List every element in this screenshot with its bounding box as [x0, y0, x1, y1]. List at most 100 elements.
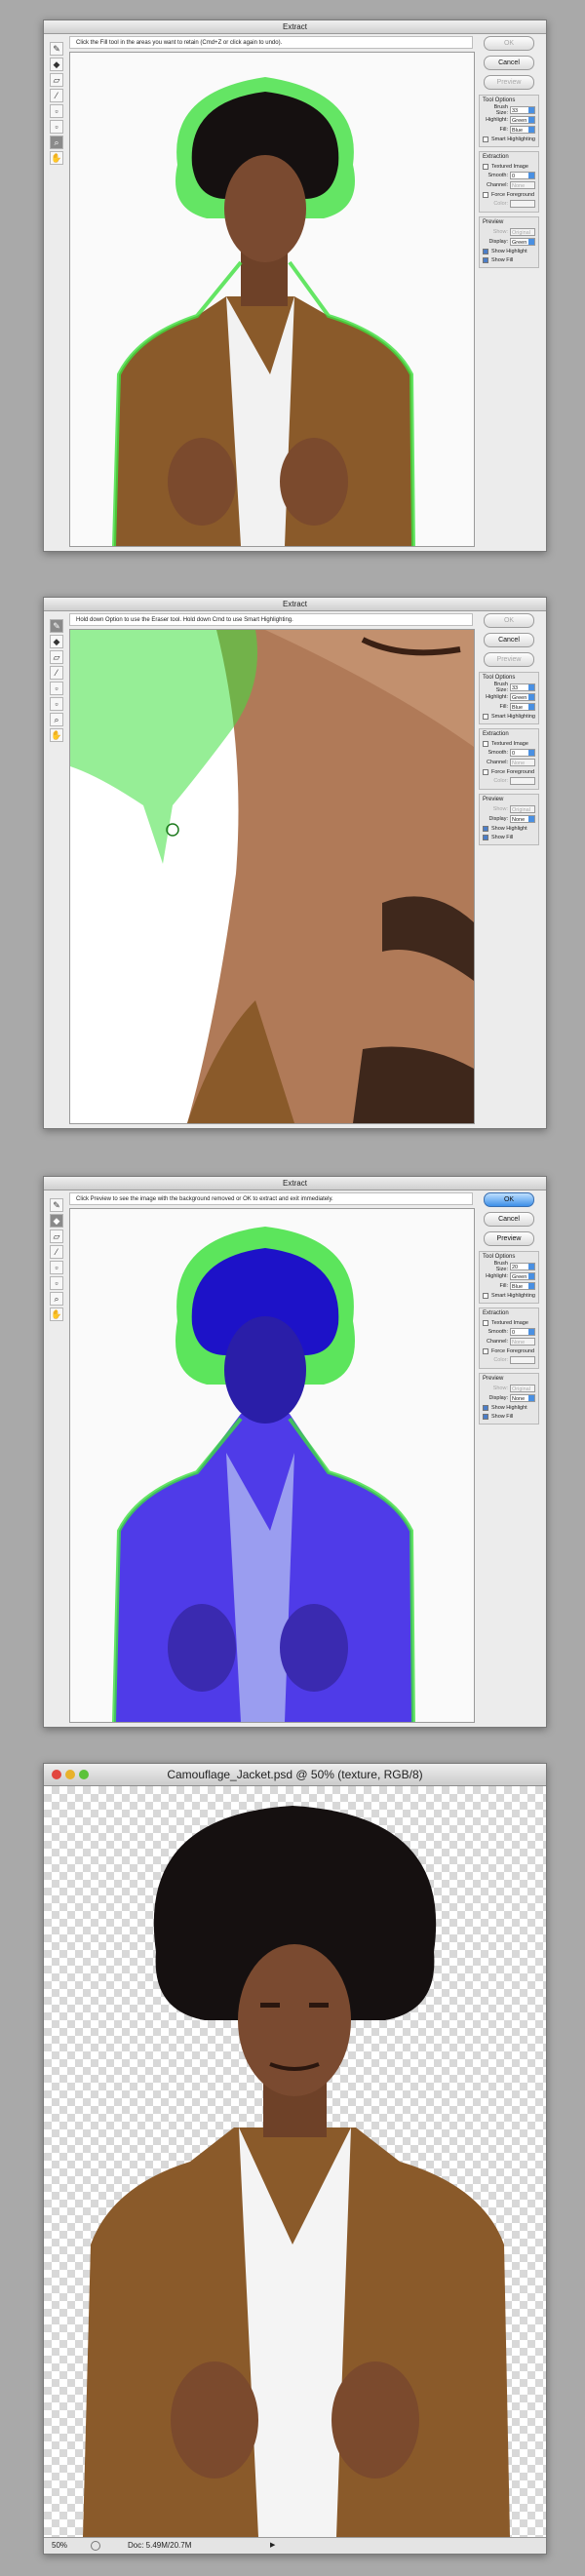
fill-tool-icon[interactable]: ◆ [50, 635, 63, 648]
show-fill-checkbox[interactable]: Show Fill [483, 1412, 535, 1421]
edge-highlighter-icon[interactable]: ✎ [50, 1198, 63, 1212]
brush-size-field[interactable]: 33 [510, 106, 535, 114]
eyedropper-icon[interactable]: ⁄ [50, 89, 63, 102]
subject-image-zoomed [70, 630, 474, 1123]
eyedropper-icon[interactable]: ⁄ [50, 1245, 63, 1259]
brush-size-field[interactable]: 20 [510, 1263, 535, 1270]
channel-select[interactable]: None [510, 759, 535, 766]
edge-highlighter-icon[interactable]: ✎ [50, 42, 63, 56]
ok-button[interactable]: OK [484, 36, 534, 51]
show-select[interactable]: Original [510, 805, 535, 813]
minimize-icon[interactable] [65, 1770, 75, 1779]
ok-button[interactable]: OK [484, 1192, 534, 1207]
tool-options-group: Tool Options Brush Size: 33 Highlight: Gre… [479, 95, 539, 147]
hand-icon[interactable]: ✋ [50, 151, 63, 165]
edge-touchup-icon[interactable]: ▫ [50, 1276, 63, 1290]
edge-highlighter-icon[interactable]: ✎ [50, 619, 63, 633]
preview-canvas[interactable] [69, 1208, 475, 1723]
display-select[interactable]: Green [510, 238, 535, 246]
edge-touchup-icon[interactable]: ▫ [50, 697, 63, 711]
fill-select[interactable]: Blue [510, 126, 535, 134]
edge-touchup-icon[interactable]: ▫ [50, 120, 63, 134]
hand-icon[interactable]: ✋ [50, 728, 63, 742]
status-menu-icon[interactable] [91, 2541, 100, 2551]
tool-options-group: Tool Options Brush Size: 20 Highlight: Gre… [479, 1251, 539, 1304]
toolbox: ✎ ◆ ▱ ⁄ ▫ ▫ ⌕ ✋ [50, 1198, 63, 1323]
textured-image-checkbox[interactable]: Textured Image [483, 1318, 535, 1327]
force-foreground-checkbox[interactable]: Force Foreground [483, 767, 535, 776]
highlight-select[interactable]: Green [510, 693, 535, 701]
textured-image-checkbox[interactable]: Textured Image [483, 162, 535, 171]
eraser-icon[interactable]: ▱ [50, 1229, 63, 1243]
highlight-select[interactable]: Green [510, 1272, 535, 1280]
preview-canvas[interactable] [69, 629, 475, 1124]
zoom-window-icon[interactable] [79, 1770, 89, 1779]
brush-size-field[interactable]: 33 [510, 683, 535, 691]
color-swatch[interactable] [510, 777, 535, 785]
show-highlight-checkbox[interactable]: Show Highlight [483, 824, 535, 833]
options-panel: OK Cancel Preview Tool Options Brush Siz… [479, 36, 539, 268]
close-icon[interactable] [52, 1770, 61, 1779]
show-select[interactable]: Original [510, 1385, 535, 1392]
smart-highlighting-checkbox[interactable]: Smart Highlighting [483, 712, 535, 721]
zoom-level[interactable]: 50% [52, 2538, 67, 2554]
preview-button[interactable]: Preview [484, 652, 534, 667]
zoom-icon[interactable]: ⌕ [50, 713, 63, 726]
options-panel: OK Cancel Preview Tool Options Brush Siz… [479, 613, 539, 845]
eraser-icon[interactable]: ▱ [50, 650, 63, 664]
status-bar: 50% Doc: 5.49M/20.7M ▶ [44, 2537, 546, 2554]
show-select[interactable]: Original [510, 228, 535, 236]
show-highlight-checkbox[interactable]: Show Highlight [483, 247, 535, 255]
extracted-subject [83, 1806, 510, 2537]
ok-button[interactable]: OK [484, 613, 534, 628]
dialog-title: Extract [44, 20, 546, 34]
smooth-field[interactable]: 0 [510, 1328, 535, 1336]
show-highlight-checkbox[interactable]: Show Highlight [483, 1403, 535, 1412]
color-swatch[interactable] [510, 200, 535, 208]
fill-tool-icon[interactable]: ◆ [50, 58, 63, 71]
extraction-group: Extraction Textured Image Smooth: 0 Chann… [479, 151, 539, 213]
eraser-icon[interactable]: ▱ [50, 73, 63, 87]
smart-highlighting-checkbox[interactable]: Smart Highlighting [483, 135, 535, 143]
force-foreground-checkbox[interactable]: Force Foreground [483, 190, 535, 199]
show-fill-checkbox[interactable]: Show Fill [483, 833, 535, 841]
smooth-field[interactable]: 0 [510, 172, 535, 179]
zoom-icon[interactable]: ⌕ [50, 136, 63, 149]
transparent-canvas[interactable] [44, 1786, 546, 2537]
channel-select[interactable]: None [510, 1338, 535, 1346]
highlight-select[interactable]: Green [510, 116, 535, 124]
subject-image-filled [70, 1209, 474, 1722]
eyedropper-icon[interactable]: ⁄ [50, 666, 63, 680]
cancel-button[interactable]: Cancel [484, 1212, 534, 1227]
preview-button[interactable]: Preview [484, 75, 534, 90]
cancel-button[interactable]: Cancel [484, 56, 534, 70]
fill-select[interactable]: Blue [510, 703, 535, 711]
cleanup-tool-icon[interactable]: ▫ [50, 682, 63, 695]
subject-image [70, 53, 474, 546]
status-arrow-icon[interactable]: ▶ [270, 2538, 275, 2554]
cancel-button[interactable]: Cancel [484, 633, 534, 647]
force-foreground-checkbox[interactable]: Force Foreground [483, 1347, 535, 1355]
fill-select[interactable]: Blue [510, 1282, 535, 1290]
zoom-icon[interactable]: ⌕ [50, 1292, 63, 1306]
cleanup-tool-icon[interactable]: ▫ [50, 1261, 63, 1274]
dialog-title: Extract [44, 1177, 546, 1190]
preview-group: Preview Show: Original Display: None Show … [479, 794, 539, 845]
channel-select[interactable]: None [510, 181, 535, 189]
hand-icon[interactable]: ✋ [50, 1308, 63, 1321]
preview-button[interactable]: Preview [484, 1231, 534, 1246]
textured-image-checkbox[interactable]: Textured Image [483, 739, 535, 748]
cleanup-tool-icon[interactable]: ▫ [50, 104, 63, 118]
extract-dialog-eraser: Extract ✎ ◆ ▱ ⁄ ▫ ▫ ⌕ ✋ Hold down Option… [43, 597, 547, 1129]
preview-canvas[interactable] [69, 52, 475, 547]
color-swatch[interactable] [510, 1356, 535, 1364]
smooth-field[interactable]: 0 [510, 749, 535, 757]
show-fill-checkbox[interactable]: Show Fill [483, 255, 535, 264]
smart-highlighting-checkbox[interactable]: Smart Highlighting [483, 1291, 535, 1300]
display-select[interactable]: None [510, 1394, 535, 1402]
tool-options-group: Tool Options Brush Size: 33 Highlight: Gre… [479, 672, 539, 724]
document-titlebar: Camouflage_Jacket.psd @ 50% (texture, RG… [44, 1764, 546, 1786]
toolbox: ✎ ◆ ▱ ⁄ ▫ ▫ ⌕ ✋ [50, 42, 63, 167]
fill-tool-icon[interactable]: ◆ [50, 1214, 63, 1228]
display-select[interactable]: None [510, 815, 535, 823]
